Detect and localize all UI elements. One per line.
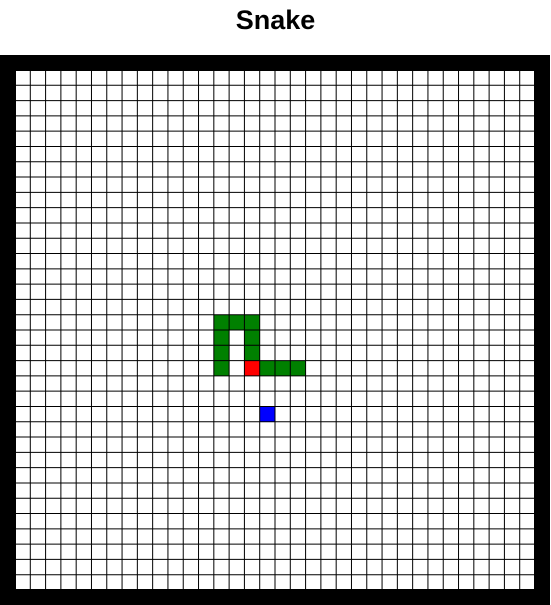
game-grid[interactable]	[15, 70, 535, 590]
snake-body-segment	[213, 360, 230, 376]
food-pellet	[259, 406, 275, 422]
game-board[interactable]	[15, 70, 535, 590]
snake-body-segment	[244, 330, 260, 346]
snake-body-segment	[213, 345, 230, 361]
snake-body-segment	[259, 360, 275, 376]
snake-body-segment	[244, 314, 260, 330]
snake-body-segment	[229, 314, 245, 330]
page-title: Snake	[235, 4, 316, 35]
snake-body-segment	[290, 360, 306, 376]
snake-body-segment	[275, 360, 291, 376]
game-board-border	[0, 55, 550, 605]
snake-head	[244, 360, 260, 376]
grid-lines	[15, 70, 535, 590]
snake-body-segment	[213, 314, 230, 330]
snake-body-segment	[244, 345, 260, 361]
snake-game-page: Snake	[0, 0, 551, 605]
snake-body-segment	[213, 330, 230, 346]
